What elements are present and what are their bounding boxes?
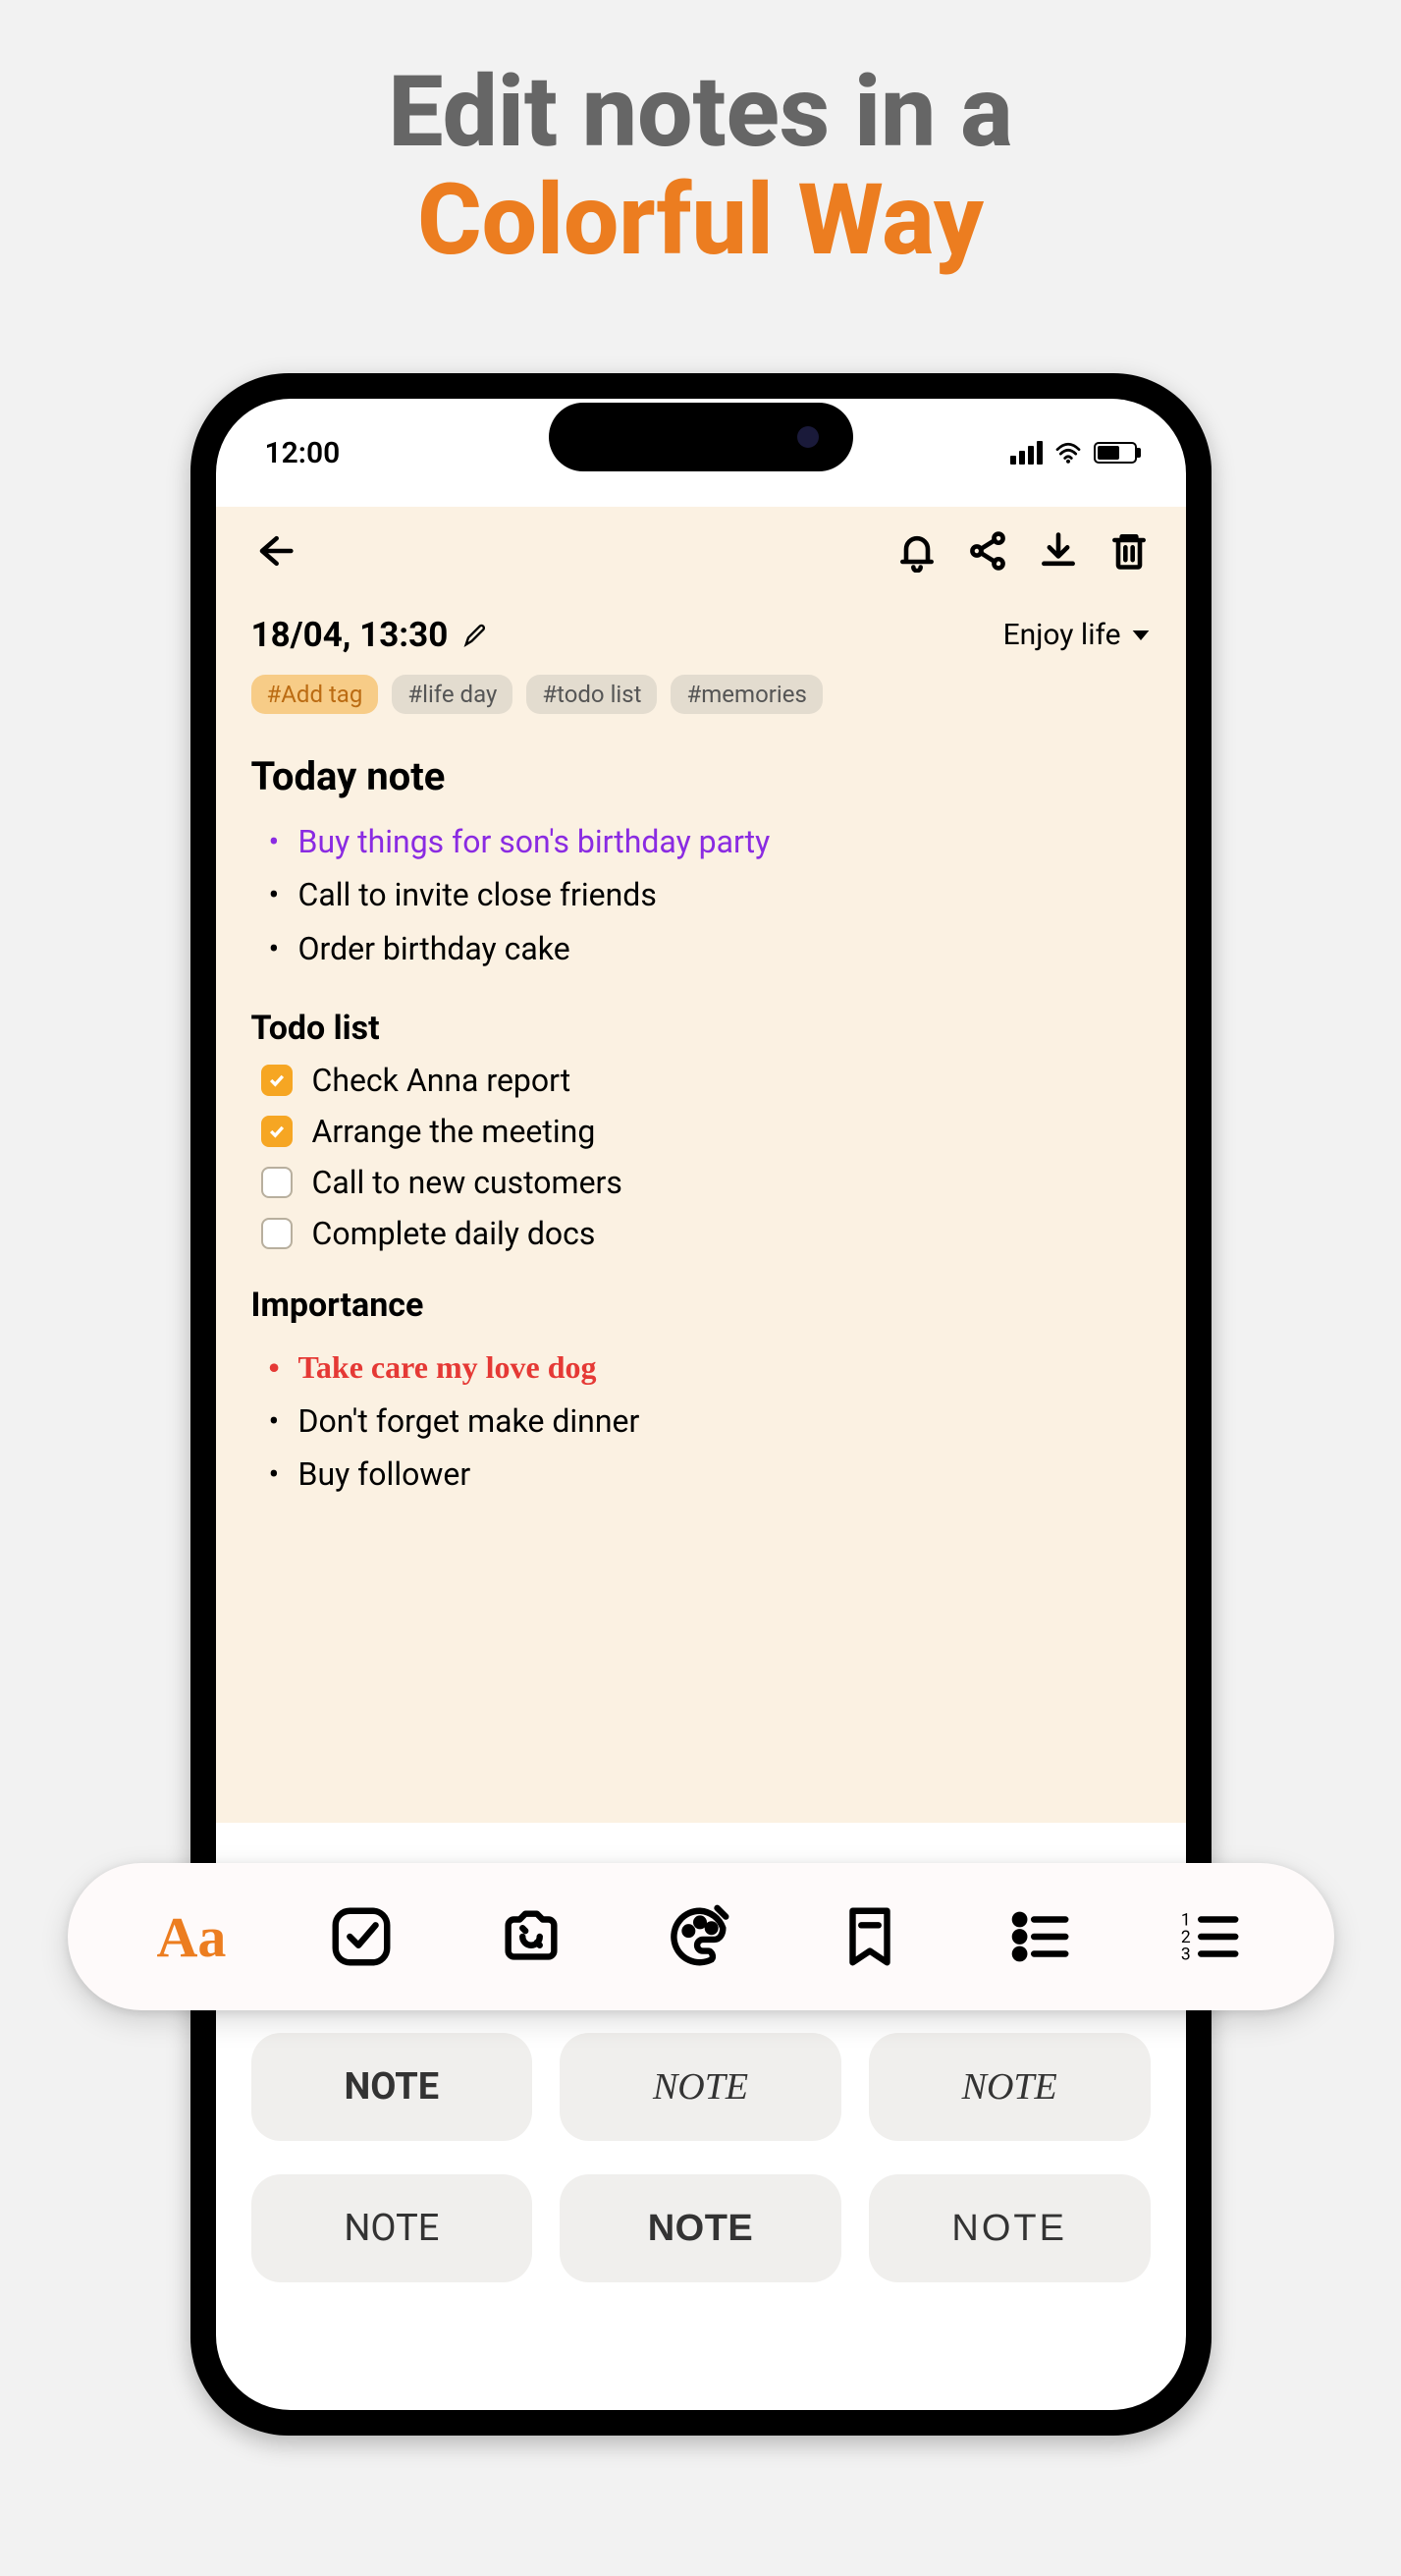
todo-text: Arrange the meeting — [312, 1113, 596, 1150]
tag-chip[interactable]: #life day — [392, 675, 512, 714]
note-meta: 18/04, 13:30 Enjoy life — [251, 615, 1151, 655]
todo-item[interactable]: Call to new customers — [251, 1164, 1151, 1201]
checkbox-icon[interactable] — [261, 1167, 293, 1198]
font-option[interactable]: NOTE — [251, 2174, 533, 2282]
note-bullets[interactable]: Buy things for son's birthday party Call… — [251, 815, 1151, 975]
wifi-icon — [1054, 442, 1082, 464]
headline-line-1: Edit notes in a — [0, 59, 1401, 167]
bullet-item[interactable]: Order birthday cake — [251, 922, 1151, 975]
editor-toolbar: Aa 123 — [68, 1863, 1334, 2010]
tag-row: #Add tag #life day #todo list #memories — [251, 675, 1151, 714]
checklist-button[interactable] — [327, 1902, 396, 1971]
edit-timestamp-icon — [461, 622, 489, 649]
bullet-item[interactable]: Buy follower — [251, 1448, 1151, 1501]
bullet-item[interactable]: Don't forget make dinner — [251, 1395, 1151, 1448]
category-selector[interactable]: Enjoy life — [1003, 618, 1151, 652]
checkbox-icon[interactable] — [261, 1065, 293, 1096]
todo-text: Complete daily docs — [312, 1215, 596, 1252]
note-title[interactable]: Today note — [251, 753, 1151, 799]
tag-chip[interactable]: #memories — [671, 675, 822, 714]
numbered-list-button[interactable]: 123 — [1175, 1902, 1244, 1971]
todo-item[interactable]: Check Anna report — [251, 1062, 1151, 1099]
timestamp[interactable]: 18/04, 13:30 — [251, 615, 490, 655]
app-header — [251, 507, 1151, 595]
headline-line-2: Colorful Way — [0, 167, 1401, 275]
phone-frame: 12:00 — [190, 373, 1212, 2436]
font-option[interactable]: NOTE — [560, 2033, 841, 2141]
todo-text: Call to new customers — [312, 1164, 622, 1201]
font-option[interactable]: NOTE — [869, 2033, 1151, 2141]
todo-heading[interactable]: Todo list — [251, 1009, 1151, 1048]
bullet-item[interactable]: Call to invite close friends — [251, 868, 1151, 921]
chevron-down-icon — [1131, 626, 1151, 645]
todo-item[interactable]: Arrange the meeting — [251, 1113, 1151, 1150]
share-button[interactable] — [966, 529, 1009, 573]
battery-icon — [1094, 442, 1137, 464]
bullet-item[interactable]: Take care my love dog — [251, 1341, 1151, 1394]
bookmark-button[interactable] — [835, 1902, 904, 1971]
importance-heading[interactable]: Importance — [251, 1286, 1151, 1325]
palette-button[interactable] — [666, 1902, 734, 1971]
bullet-list-button[interactable] — [1005, 1902, 1074, 1971]
tag-chip[interactable]: #todo list — [526, 675, 657, 714]
bullet-item[interactable]: Buy things for son's birthday party — [251, 815, 1151, 868]
back-button[interactable] — [251, 529, 295, 573]
todo-text: Check Anna report — [312, 1062, 571, 1099]
category-label: Enjoy life — [1003, 618, 1121, 652]
camera-button[interactable] — [497, 1902, 566, 1971]
checkbox-icon[interactable] — [261, 1218, 293, 1249]
checkbox-icon[interactable] — [261, 1116, 293, 1147]
delete-button[interactable] — [1107, 529, 1151, 573]
add-tag-button[interactable]: #Add tag — [251, 675, 379, 714]
timestamp-text: 18/04, 13:30 — [251, 615, 449, 655]
marketing-headline: Edit notes in a Colorful Way — [0, 59, 1401, 275]
svg-text:3: 3 — [1181, 1945, 1191, 1964]
clock: 12:00 — [265, 436, 341, 470]
note-editor: 18/04, 13:30 Enjoy life #Add tag #life d… — [216, 507, 1186, 1823]
device-notch — [549, 403, 853, 471]
font-option[interactable]: NOTE — [251, 2033, 533, 2141]
text-style-button[interactable]: Aa — [157, 1902, 226, 1971]
font-option[interactable]: NOTE — [560, 2174, 841, 2282]
font-option[interactable]: NOTE — [869, 2174, 1151, 2282]
signal-icon — [1010, 441, 1043, 465]
todo-item[interactable]: Complete daily docs — [251, 1215, 1151, 1252]
screen: 12:00 — [216, 399, 1186, 2410]
download-button[interactable] — [1037, 529, 1080, 573]
importance-bullets[interactable]: Take care my love dog Don't forget make … — [251, 1341, 1151, 1501]
reminder-button[interactable] — [895, 529, 939, 573]
